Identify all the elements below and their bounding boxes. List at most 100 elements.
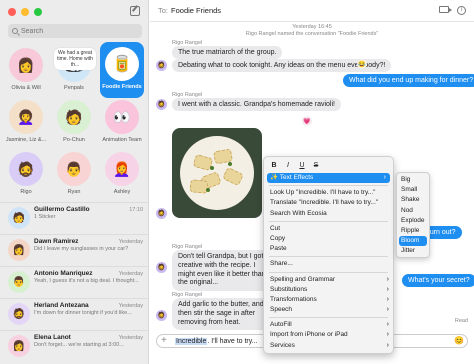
pinned-name: Ryan bbox=[67, 189, 81, 195]
context-menu: B I U S ✨ Text Effects › Look Up "Incred… bbox=[263, 156, 394, 354]
effect-small[interactable]: Small bbox=[397, 185, 429, 195]
pinned-name: Ashley bbox=[113, 189, 131, 195]
effect-ripple[interactable]: Ripple bbox=[397, 226, 429, 236]
tapback-icon[interactable]: 😂 bbox=[357, 59, 367, 69]
menu-divider bbox=[269, 220, 388, 222]
menu-divider bbox=[269, 256, 388, 258]
italic-button[interactable]: I bbox=[283, 161, 293, 170]
list-item[interactable]: 🧑 Guillermo Castillo 17:10 1 Sticker bbox=[0, 202, 149, 234]
menu-item-text-effects[interactable]: ✨ Text Effects › bbox=[267, 173, 390, 184]
to-label: To: bbox=[158, 6, 169, 15]
pinned-ryan[interactable]: 👨 Ryan bbox=[52, 152, 96, 195]
effect-nod[interactable]: Nod bbox=[397, 206, 429, 216]
pinned-name: Olivia & Will bbox=[11, 85, 41, 91]
list-item[interactable]: 👩 Elena Lanot Yesterday Don't forget... … bbox=[0, 330, 149, 362]
pinned-name: Animation Team bbox=[102, 137, 142, 143]
ravioli-photo[interactable] bbox=[172, 128, 262, 218]
avatar: 🧔 bbox=[156, 60, 167, 71]
message-bubble[interactable]: I went with a classic. Grandpa's homemad… bbox=[172, 98, 341, 111]
avatar: 👩 bbox=[8, 335, 30, 357]
pinned-jasmine-liz[interactable]: 👩‍🦱 Jasmine, Liz &... bbox=[4, 100, 48, 143]
menu-item-substitutions[interactable]: Substitutions › bbox=[264, 285, 393, 295]
pinned-rigo[interactable]: 🧔 Rigo bbox=[4, 152, 48, 195]
menu-item-speech[interactable]: Speech › bbox=[264, 305, 393, 315]
menu-divider bbox=[269, 271, 388, 273]
menu-item-look-up[interactable]: Look Up "Incredible. I'll have to try...… bbox=[264, 188, 393, 198]
chevron-right-icon: › bbox=[386, 275, 389, 283]
pinned-foodie-friends[interactable]: 🥫 Foodie Friends bbox=[100, 42, 144, 98]
menu-item-cut[interactable]: Cut bbox=[264, 224, 393, 234]
avatar: 🧔 bbox=[156, 208, 167, 219]
menu-item-autofill[interactable]: AutoFill › bbox=[264, 320, 393, 330]
menu-divider bbox=[269, 317, 388, 319]
system-message: Rigo Rangel named the conversation "Food… bbox=[245, 31, 379, 37]
tapback-icon[interactable]: 💗 bbox=[302, 116, 312, 126]
menu-divider bbox=[269, 185, 388, 187]
emoji-icon[interactable]: 😊 bbox=[454, 336, 464, 345]
avatar: 🧔 bbox=[9, 152, 43, 186]
message-bubble[interactable]: What did you end up making for dinner? bbox=[343, 74, 474, 87]
search-bar[interactable] bbox=[8, 24, 142, 38]
sidebar: 👩 Olivia & Will We had a great time. Hom… bbox=[0, 0, 149, 364]
effect-bloom[interactable]: Bloom bbox=[399, 236, 427, 247]
pinned-penpals[interactable]: We had a great time. Home with th... 🏔 P… bbox=[52, 48, 96, 91]
effect-explode[interactable]: Explode bbox=[397, 216, 429, 226]
text-effects-icon: ✨ bbox=[270, 174, 280, 181]
pinned-name: Po-Chun bbox=[63, 137, 85, 143]
menu-item-share[interactable]: Share... bbox=[264, 259, 393, 269]
avatar: 👩 bbox=[9, 48, 43, 82]
add-attachment-icon[interactable]: + bbox=[161, 336, 167, 346]
underline-button[interactable]: U bbox=[297, 161, 307, 170]
video-call-icon[interactable] bbox=[439, 6, 452, 13]
list-item[interactable]: 👩 Dawn Ramirez Yesterday Did I leave my … bbox=[0, 234, 149, 266]
typed-text: . I'll have to try... bbox=[207, 337, 258, 345]
menu-item-paste[interactable]: Paste bbox=[264, 244, 393, 254]
format-toolbar: B I U S bbox=[264, 160, 393, 173]
close-window-icon[interactable] bbox=[8, 8, 16, 16]
menu-item-copy[interactable]: Copy bbox=[264, 234, 393, 244]
chevron-right-icon: › bbox=[386, 331, 389, 339]
search-icon bbox=[12, 28, 18, 34]
menu-item-spelling[interactable]: Spelling and Grammar › bbox=[264, 275, 393, 285]
avatar: 👨 bbox=[57, 152, 91, 186]
chevron-right-icon: › bbox=[386, 341, 389, 349]
menu-item-services[interactable]: Services › bbox=[264, 341, 393, 351]
pinned-ashley[interactable]: 👩‍🦰 Ashley bbox=[100, 152, 144, 195]
recipient-name[interactable]: Foodie Friends bbox=[171, 6, 221, 15]
menu-item-transformations[interactable]: Transformations › bbox=[264, 295, 393, 305]
chevron-right-icon: › bbox=[383, 174, 386, 181]
effect-shake[interactable]: Shake bbox=[397, 195, 429, 205]
list-item[interactable]: 🧔 Herland Antezana Yesterday I'm down fo… bbox=[0, 298, 149, 330]
avatar: 🧔 bbox=[156, 99, 167, 110]
thread-preview: Yeah, I guess it's not a big deal. I tho… bbox=[34, 278, 139, 284]
menu-item-translate[interactable]: Translate "Incredible. I'll have to try.… bbox=[264, 198, 393, 208]
thread-preview: Don't forget... we're starting at 3:00..… bbox=[34, 342, 124, 348]
selected-text: Incredible bbox=[175, 337, 208, 345]
menu-item-import[interactable]: Import from iPhone or iPad › bbox=[264, 330, 393, 340]
chevron-right-icon: › bbox=[386, 321, 389, 329]
pinned-po-chun[interactable]: 🧑 Po-Chun bbox=[52, 100, 96, 143]
thread-time: 17:10 bbox=[129, 207, 143, 213]
menu-item-search[interactable]: Search With Ecosia bbox=[264, 209, 393, 219]
pinned-animation-team[interactable]: 👀 Animation Team bbox=[100, 100, 144, 143]
search-input[interactable] bbox=[21, 27, 131, 35]
text-effects-submenu: Big Small Shake Nod Explode Ripple Bloom… bbox=[396, 172, 430, 258]
effect-jitter[interactable]: Jitter bbox=[397, 246, 429, 256]
zoom-window-icon[interactable] bbox=[34, 8, 42, 16]
message-bubble[interactable]: The true matriarch of the group. bbox=[172, 46, 283, 59]
pinned-olivia-will[interactable]: 👩 Olivia & Will bbox=[4, 48, 48, 91]
avatar: 👩‍🦱 bbox=[9, 100, 43, 134]
chevron-right-icon: › bbox=[386, 306, 389, 314]
effect-big[interactable]: Big bbox=[397, 175, 429, 185]
window-controls bbox=[8, 8, 42, 16]
info-icon[interactable]: i bbox=[457, 6, 466, 15]
thread-time: Yesterday bbox=[118, 303, 143, 309]
compose-icon[interactable] bbox=[130, 6, 140, 16]
preview-bubble: We had a great time. Home with th... bbox=[54, 48, 96, 70]
thread-time: Yesterday bbox=[118, 335, 143, 341]
message-bubble[interactable]: What's your secret? bbox=[402, 274, 474, 287]
strikethrough-button[interactable]: S bbox=[311, 161, 321, 170]
minimize-window-icon[interactable] bbox=[21, 8, 29, 16]
list-item[interactable]: 👨 Antonio Manriquez Yesterday Yeah, I gu… bbox=[0, 266, 149, 298]
bold-button[interactable]: B bbox=[269, 161, 279, 170]
